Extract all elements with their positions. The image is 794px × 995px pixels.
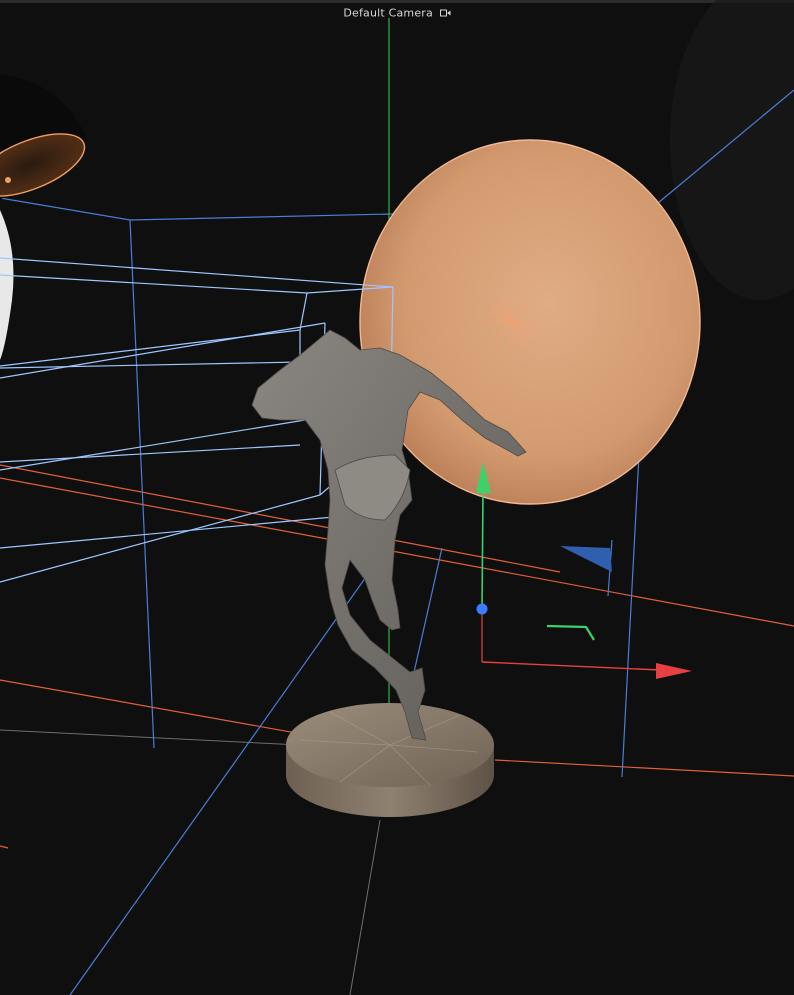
sphere-light[interactable] [359,139,701,505]
scene-canvas[interactable] [0,0,794,995]
camera-icon[interactable] [439,9,451,18]
camera-name: Default Camera [343,6,433,20]
gizmo-x-arrow-icon[interactable] [656,663,692,679]
gizmo-xz-plane-handle-icon[interactable] [560,546,612,572]
area-light-disc[interactable] [0,75,93,360]
gizmo-xy-plane-handle-icon[interactable] [546,624,595,641]
gizmo-x-line [481,661,661,671]
3d-viewport[interactable]: Default Camera [0,0,794,995]
gizmo-y-line [481,489,484,611]
gizmo-z-handle-icon[interactable] [476,603,488,615]
pedestal-base[interactable] [286,703,494,817]
camera-label[interactable]: Default Camera [0,6,794,20]
